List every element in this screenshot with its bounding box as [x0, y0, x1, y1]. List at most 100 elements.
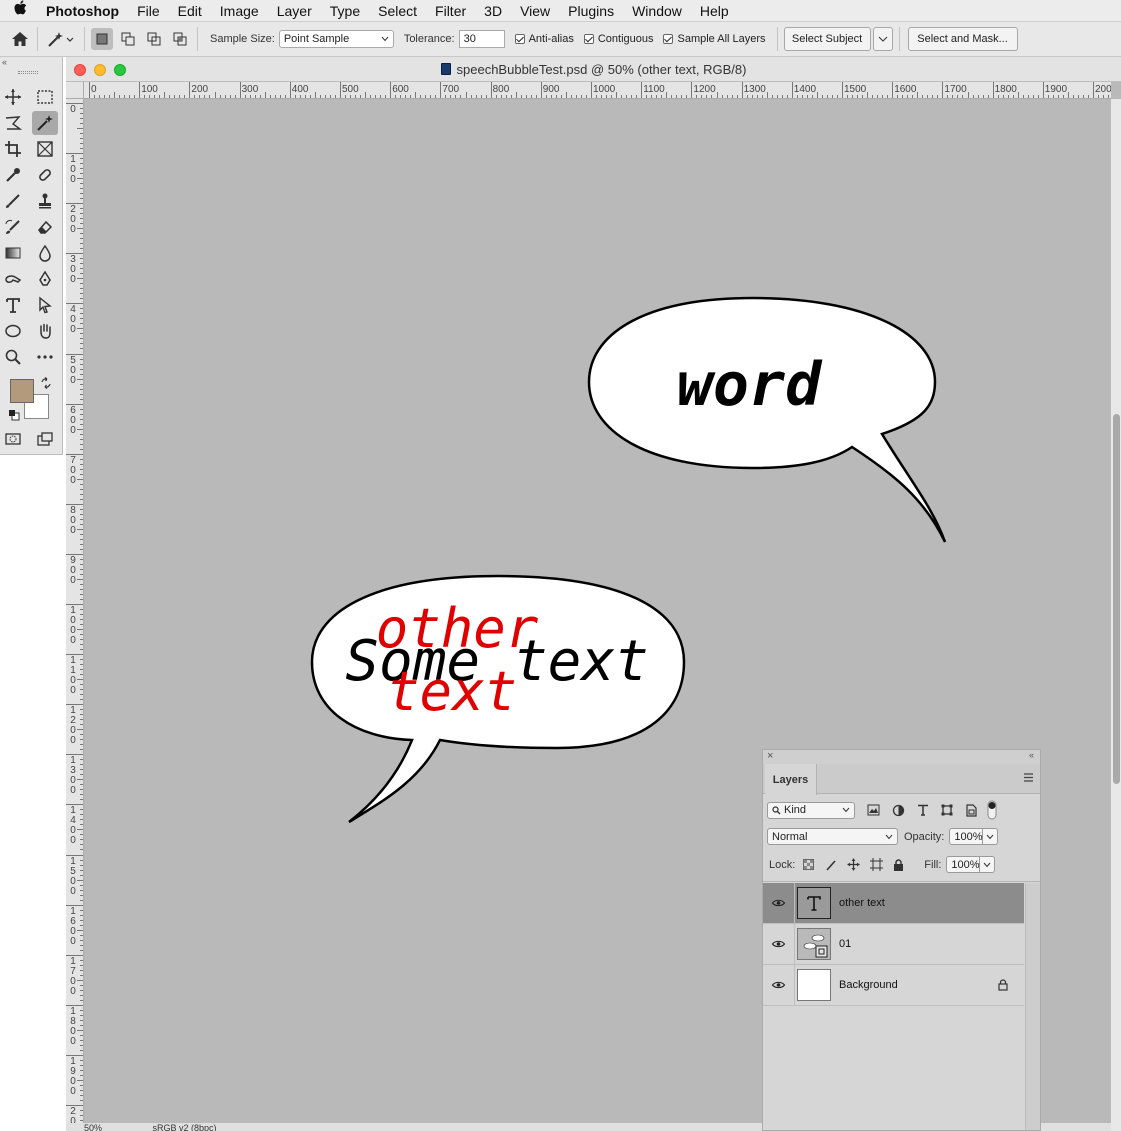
blend-mode-select[interactable]: Normal	[767, 828, 898, 845]
menu-plugins[interactable]: Plugins	[559, 3, 623, 19]
menu-view[interactable]: View	[511, 3, 559, 19]
ruler-tick	[842, 82, 843, 98]
filter-toggle-icon[interactable]	[987, 800, 997, 820]
default-colors-icon[interactable]	[8, 409, 20, 424]
move-icon[interactable]	[0, 85, 26, 109]
collapse-panel-icon[interactable]: «	[2, 57, 7, 67]
add-selection-icon[interactable]	[117, 28, 139, 50]
status-zoom[interactable]: 50%	[84, 1123, 102, 1131]
intersect-selection-icon[interactable]	[169, 28, 191, 50]
panel-header[interactable]: × «	[763, 750, 1040, 764]
pen-icon[interactable]	[32, 267, 58, 291]
panel-grip[interactable]	[18, 71, 38, 74]
fill-input[interactable]: 100%	[946, 856, 981, 873]
ruler-tick	[80, 433, 83, 435]
swap-colors-icon[interactable]	[40, 377, 52, 392]
blur-icon[interactable]	[32, 241, 58, 265]
screen-mode-icon[interactable]	[32, 427, 58, 451]
new-selection-icon[interactable]	[91, 28, 113, 50]
anti-alias-checkbox[interactable]: Anti-alias	[514, 33, 574, 45]
apple-menu-icon[interactable]	[0, 0, 40, 21]
menu-filter[interactable]: Filter	[426, 3, 475, 19]
tolerance-input[interactable]: 30	[458, 30, 505, 48]
home-icon[interactable]	[9, 28, 31, 50]
filter-shape-icon[interactable]	[941, 804, 953, 816]
close-panel-icon[interactable]: ×	[767, 750, 773, 762]
hand-icon[interactable]	[32, 319, 58, 343]
filter-smart-object-icon[interactable]	[965, 803, 977, 817]
contiguous-checkbox[interactable]: Contiguous	[583, 33, 653, 45]
brush-icon[interactable]	[0, 189, 26, 213]
menu-image[interactable]: Image	[211, 3, 268, 19]
vertical-ruler[interactable]: 0 100 200 300 400 500 600 700 800 900 1000 1100 1200…	[66, 99, 84, 1123]
horizontal-ruler[interactable]: 0 100 200 300 400 500 600 700 800 900 1000 1100 1200…	[84, 82, 1111, 99]
lasso-icon[interactable]	[0, 111, 26, 135]
marquee-icon[interactable]	[32, 85, 58, 109]
filter-type-icon[interactable]	[917, 804, 929, 816]
zoom-icon[interactable]	[0, 345, 26, 369]
menu-window[interactable]: Window	[623, 3, 691, 19]
opacity-input[interactable]: 100%	[949, 828, 984, 845]
menu-select[interactable]: Select	[369, 3, 426, 19]
visibility-toggle[interactable]	[763, 924, 795, 964]
type-icon[interactable]	[0, 293, 26, 317]
menu-type[interactable]: Type	[321, 3, 369, 19]
layer-row-other-text[interactable]: other text	[763, 883, 1024, 924]
smudge-icon[interactable]	[0, 267, 26, 291]
opacity-dropdown[interactable]	[983, 828, 999, 845]
ruler-tick	[80, 884, 83, 886]
tab-layers[interactable]: Layers	[765, 764, 817, 795]
zoom-window-button[interactable]	[114, 64, 126, 76]
visibility-toggle[interactable]	[763, 883, 795, 923]
magic-wand-preset-icon[interactable]	[44, 28, 78, 50]
filter-adjustment-icon[interactable]	[892, 804, 905, 817]
subtract-selection-icon[interactable]	[143, 28, 165, 50]
crop-icon[interactable]	[0, 137, 26, 161]
lock-artboard-icon[interactable]	[870, 858, 884, 871]
sample-size-select[interactable]: Point Sample	[278, 30, 394, 48]
fill-dropdown[interactable]	[980, 856, 996, 873]
app-menu[interactable]: Photoshop	[40, 3, 128, 19]
eyedropper-icon[interactable]	[0, 163, 26, 187]
menu-3d[interactable]: 3D	[475, 3, 511, 19]
eraser-icon[interactable]	[32, 215, 58, 239]
ruler-tick	[77, 1029, 83, 1031]
menu-layer[interactable]: Layer	[268, 3, 321, 19]
stamp-icon[interactable]	[32, 189, 58, 213]
more-icon[interactable]	[32, 345, 58, 369]
lock-position-icon[interactable]	[847, 858, 860, 871]
lock-transparent-pixels-icon[interactable]	[803, 859, 815, 870]
history-brush-icon[interactable]	[0, 215, 26, 239]
lock-all-icon[interactable]	[893, 858, 904, 871]
layers-scrollbar[interactable]	[1025, 883, 1040, 1130]
ruler-origin[interactable]	[66, 82, 84, 99]
select-subject-dropdown[interactable]	[872, 27, 893, 51]
menu-help[interactable]: Help	[691, 3, 738, 19]
filter-kind-select[interactable]: Kind	[767, 801, 855, 819]
ellipse-icon[interactable]	[0, 319, 26, 343]
panel-menu-icon[interactable]	[1023, 772, 1034, 783]
gradient-icon[interactable]	[0, 241, 26, 265]
minimize-window-button[interactable]	[94, 64, 106, 76]
menu-file[interactable]: File	[128, 3, 169, 19]
layer-row-background[interactable]: Background	[763, 965, 1024, 1006]
path-select-icon[interactable]	[32, 293, 58, 317]
filter-pixel-icon[interactable]	[867, 804, 880, 816]
collapse-panel-icon[interactable]: «	[1029, 750, 1034, 760]
healing-icon[interactable]	[32, 163, 58, 187]
magic-wand-icon[interactable]	[32, 111, 58, 135]
menu-edit[interactable]: Edit	[169, 3, 211, 19]
layer-row-01[interactable]: 01	[763, 924, 1024, 965]
select-subject-button[interactable]: Select Subject	[783, 27, 871, 51]
foreground-color-swatch[interactable]	[10, 379, 34, 403]
lock-image-pixels-icon[interactable]	[825, 859, 837, 871]
quick-mask-icon[interactable]	[0, 427, 26, 451]
status-profile[interactable]: sRGB v2 (8bpc)	[153, 1123, 217, 1131]
close-window-button[interactable]	[74, 64, 86, 76]
select-and-mask-button[interactable]: Select and Mask...	[907, 27, 1018, 51]
vertical-scrollbar[interactable]	[1111, 99, 1121, 1131]
frame-icon[interactable]	[32, 137, 58, 161]
visibility-toggle[interactable]	[763, 965, 795, 1005]
scrollbar-thumb[interactable]	[1113, 414, 1120, 784]
sample-all-layers-checkbox[interactable]: Sample All Layers	[663, 33, 766, 45]
